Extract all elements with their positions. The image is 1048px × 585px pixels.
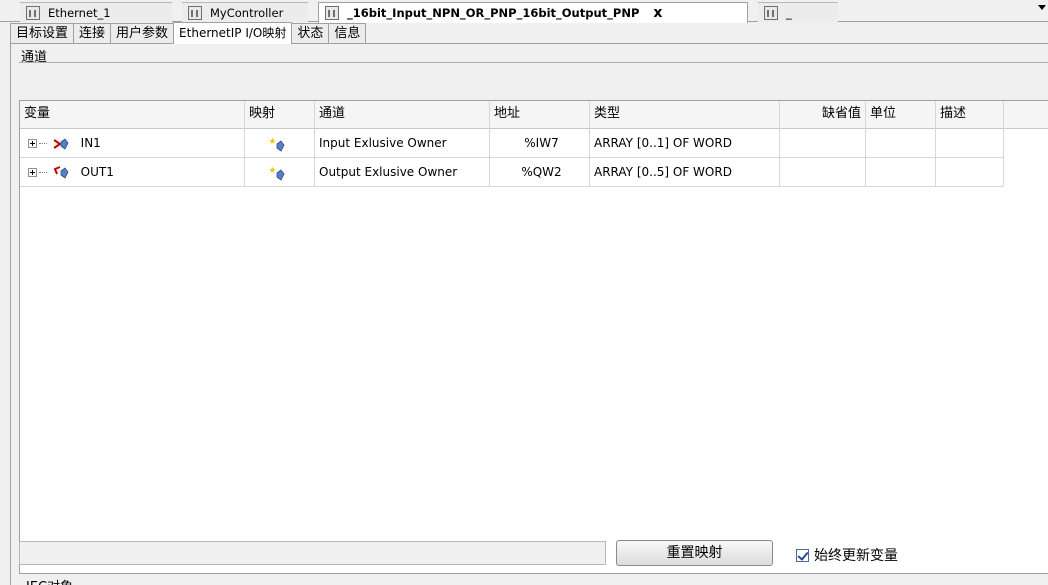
variable-name: IN1 [80,136,101,150]
cell-address: %QW2 [490,158,590,186]
close-icon[interactable]: x [653,6,662,20]
device-icon [26,5,40,20]
editor-tab-label: _ [786,5,792,20]
checkbox-checked-icon[interactable] [796,548,809,562]
cell-channel: Input Exlusive Owner [315,129,490,157]
status-field [19,541,606,565]
editor-tab-strip: Ethernet_1 MyController _16bit_Input_NPN… [0,0,1048,23]
io-mapping-panel: 通道 变量 映射 通道 地址 类型 缺省值 单位 描述 IN1 Input Ex… [10,43,1048,585]
device-icon [764,5,778,20]
header-unit[interactable]: 单位 [866,101,936,129]
header-type[interactable]: 类型 [590,101,780,129]
header-channel[interactable]: 通道 [315,101,490,129]
input-variable-icon [53,137,69,150]
cell-unit[interactable] [866,129,936,157]
section-divider [19,62,1048,63]
tab-user-parameters[interactable]: 用户参数 [110,23,175,44]
cell-address: %IW7 [490,129,590,157]
header-address[interactable]: 地址 [490,101,590,129]
table-row[interactable]: IN1 Input Exlusive Owner %IW7 ARRAY [0..… [20,129,1004,158]
tab-list-dropdown-icon[interactable] [1038,5,1046,10]
header-variable[interactable]: 变量 [20,101,245,129]
editor-tab-label: MyController [210,5,284,20]
tab-status[interactable]: 状态 [291,23,330,44]
editor-tab-mycontroller[interactable]: MyController [182,2,308,22]
cell-description[interactable] [936,158,1004,186]
cell-default-value[interactable] [780,129,866,157]
editor-tab-label: Ethernet_1 [48,5,111,20]
cell-variable: OUT1 [20,158,245,186]
reset-mapping-button[interactable]: 重置映射 [616,540,773,566]
new-variable-mapping-icon [269,166,285,181]
tab-connection[interactable]: 连接 [73,23,112,44]
table-row[interactable]: OUT1 Output Exlusive Owner %QW2 ARRAY [0… [20,158,1004,187]
editor-tab-unnamed[interactable]: _ [758,2,838,22]
sub-tab-strip: 目标设置 连接 用户参数 EthernetIP I/O映射 状态 信息 [10,22,367,44]
variable-name: OUT1 [80,165,114,179]
editor-tab-ethernet[interactable]: Ethernet_1 [20,2,172,22]
tab-ethernetip-io-mapping[interactable]: EthernetIP I/O映射 [173,22,293,44]
channel-grid: 变量 映射 通道 地址 类型 缺省值 单位 描述 IN1 Input Exlus… [19,100,1048,574]
header-description[interactable]: 描述 [936,101,1004,129]
expand-icon[interactable] [28,168,37,177]
cell-variable: IN1 [20,129,245,157]
cell-type: ARRAY [0..1] OF WORD [590,129,780,157]
tab-info[interactable]: 信息 [328,23,367,44]
cell-mapping[interactable] [245,158,315,186]
editor-tab-io-device[interactable]: _16bit_Input_NPN_OR_PNP_16bit_Output_PNP… [318,2,748,23]
cell-type: ARRAY [0..5] OF WORD [590,158,780,186]
iec-objects-label: IEC对象 [26,576,73,585]
cell-description[interactable] [936,129,1004,157]
device-icon [188,5,202,20]
output-variable-icon [53,165,69,179]
cell-unit[interactable] [866,158,936,186]
editor-tab-label: _16bit_Input_NPN_OR_PNP_16bit_Output_PNP [347,6,640,20]
always-update-variables-toggle[interactable]: 始终更新变量 [796,545,898,565]
expand-icon[interactable] [28,139,37,148]
tab-target-settings[interactable]: 目标设置 [10,23,75,44]
device-icon [325,6,339,20]
grid-header: 变量 映射 通道 地址 类型 缺省值 单位 描述 [20,101,1048,129]
new-variable-mapping-icon [269,137,285,152]
cell-channel: Output Exlusive Owner [315,158,490,186]
cell-mapping[interactable] [245,129,315,157]
header-mapping[interactable]: 映射 [245,101,315,129]
cell-default-value[interactable] [780,158,866,186]
checkbox-label: 始终更新变量 [814,548,898,564]
header-default-value[interactable]: 缺省值 [780,101,866,129]
